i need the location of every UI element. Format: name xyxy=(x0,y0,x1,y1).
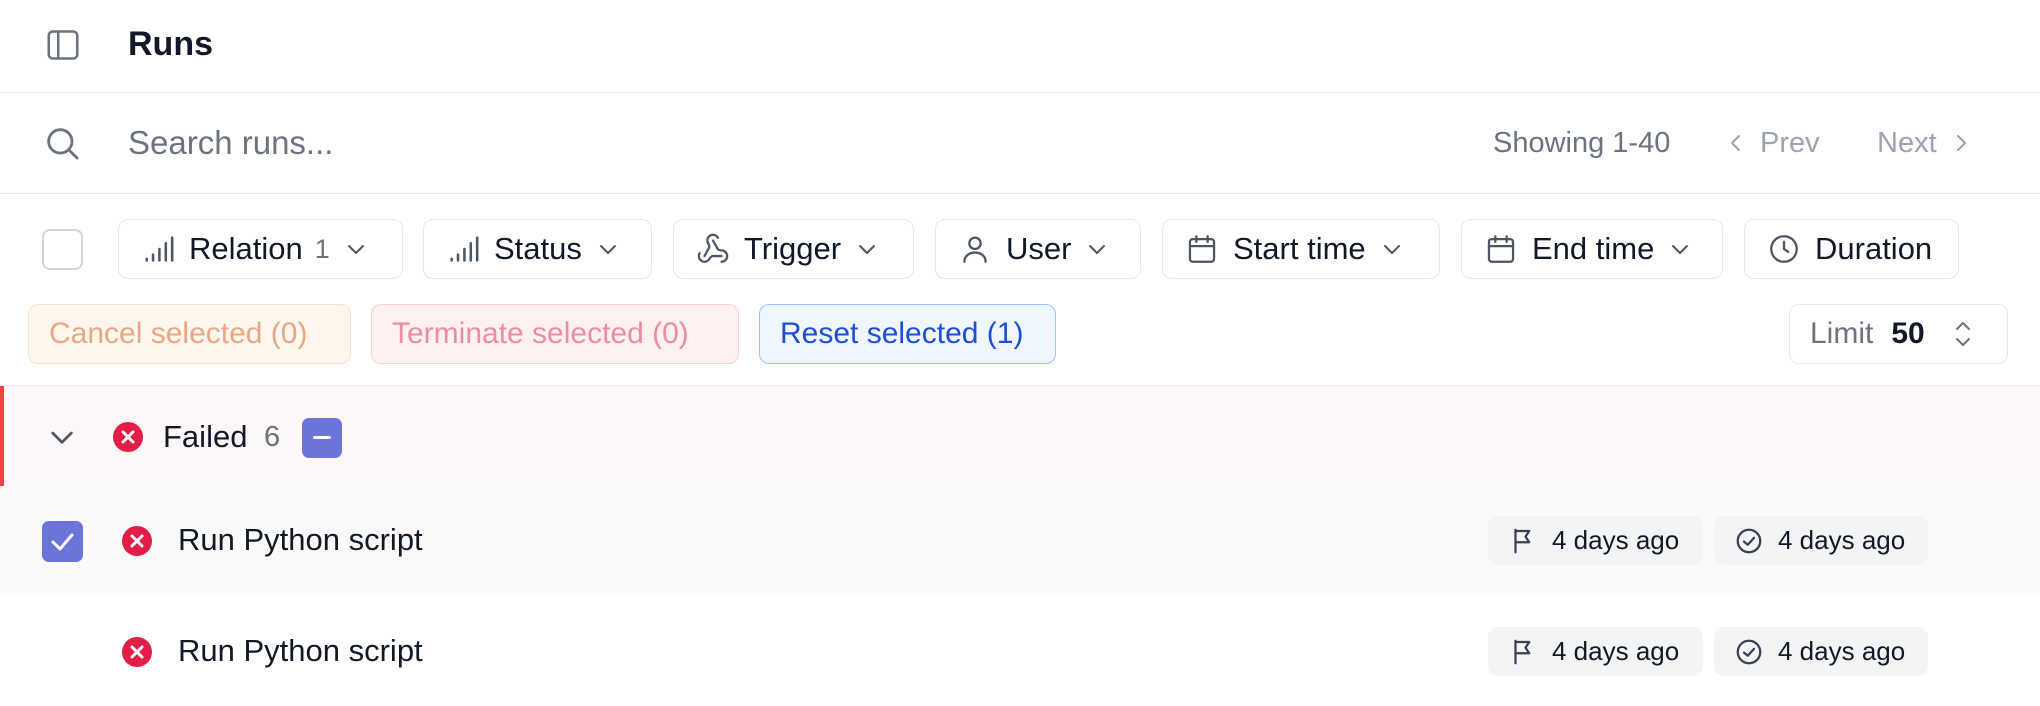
signal-bars-icon xyxy=(145,236,174,262)
chevron-down-icon[interactable] xyxy=(46,421,78,453)
started-chip: 4 days ago xyxy=(1488,627,1703,676)
clock-icon xyxy=(1770,235,1798,263)
chevron-down-icon xyxy=(347,245,364,254)
prev-page-button[interactable]: Prev xyxy=(1724,123,1820,163)
duration-filter[interactable]: Duration xyxy=(1744,219,1959,279)
signal-bars-icon xyxy=(450,236,479,262)
select-all-checkbox[interactable] xyxy=(42,229,83,270)
trigger-filter[interactable]: Trigger xyxy=(673,219,914,279)
started-time: 4 days ago xyxy=(1552,525,1680,555)
calendar-icon xyxy=(1487,235,1515,263)
sidebar-toggle-icon[interactable] xyxy=(44,26,82,64)
search-input[interactable] xyxy=(128,120,1328,166)
limit-label: Limit xyxy=(1810,317,1874,350)
next-page-label: Next xyxy=(1877,126,1937,159)
status-filter[interactable]: Status xyxy=(423,219,652,279)
search-icon xyxy=(42,123,82,163)
failed-status-icon xyxy=(113,422,143,452)
page-header: Runs xyxy=(0,0,2040,93)
chevron-left-icon xyxy=(1731,135,1740,151)
chevron-down-icon xyxy=(1089,245,1106,254)
prev-page-label: Prev xyxy=(1760,126,1820,159)
reset-selected-button[interactable]: Reset selected (1) xyxy=(759,304,1056,364)
relation-filter-count: 1 xyxy=(314,233,330,264)
chevron-down-icon xyxy=(859,245,876,254)
chevron-down-icon xyxy=(1383,245,1400,254)
end-time-filter[interactable]: End time xyxy=(1461,219,1723,279)
flag-icon xyxy=(1514,639,1531,664)
table-row[interactable]: Run Python script 4 days ago 4 days ago xyxy=(0,486,2040,595)
ended-chip: 4 days ago xyxy=(1714,627,1928,676)
page-title: Runs xyxy=(128,25,213,63)
pagination-range: Showing 1-40 xyxy=(1493,127,1671,159)
failed-status-icon xyxy=(122,526,152,556)
group-select-checkbox[interactable] xyxy=(302,418,342,458)
started-time: 4 days ago xyxy=(1552,636,1680,666)
run-name[interactable]: Run Python script xyxy=(178,519,423,561)
group-count: 6 xyxy=(264,421,281,453)
user-filter[interactable]: User xyxy=(935,219,1141,279)
limit-value: 50 xyxy=(1891,317,1925,350)
next-page-button[interactable]: Next xyxy=(1877,123,1973,163)
status-filter-label: Status xyxy=(494,231,582,266)
relation-filter[interactable]: Relation 1 xyxy=(118,219,403,279)
end-time-filter-label: End time xyxy=(1532,231,1655,266)
status-group-failed: Failed 6 xyxy=(0,385,2040,487)
chevron-up-down-icon xyxy=(1955,322,1970,346)
start-time-filter[interactable]: Start time xyxy=(1162,219,1440,279)
terminate-selected-button[interactable]: Terminate selected (0) xyxy=(371,304,739,364)
trigger-filter-label: Trigger xyxy=(744,231,842,266)
start-time-filter-label: Start time xyxy=(1233,231,1366,266)
search-bar: Showing 1-40 Prev Next xyxy=(0,93,2040,194)
user-icon xyxy=(963,236,987,263)
row-checkbox[interactable] xyxy=(42,521,83,562)
check-circle-icon xyxy=(1736,639,1762,664)
webhook-icon xyxy=(697,233,729,263)
run-name[interactable]: Run Python script xyxy=(178,630,423,672)
relation-filter-label: Relation xyxy=(189,231,303,266)
limit-select[interactable]: Limit 50 xyxy=(1789,304,2008,364)
check-circle-icon xyxy=(1736,528,1762,553)
duration-filter-label: Duration xyxy=(1815,231,1933,266)
chevron-right-icon xyxy=(1956,135,1966,151)
started-chip: 4 days ago xyxy=(1488,516,1703,565)
table-row[interactable]: Run Python script 4 days ago 4 days ago xyxy=(0,597,2040,706)
chevron-down-icon xyxy=(1672,245,1689,254)
ended-time: 4 days ago xyxy=(1778,525,1906,555)
flag-icon xyxy=(1514,528,1531,553)
failed-status-icon xyxy=(122,637,152,667)
user-filter-label: User xyxy=(1006,231,1072,266)
ended-chip: 4 days ago xyxy=(1714,516,1928,565)
group-label: Failed xyxy=(163,419,248,454)
ended-time: 4 days ago xyxy=(1778,636,1906,666)
check-icon xyxy=(51,533,74,551)
cancel-selected-button[interactable]: Cancel selected (0) xyxy=(28,304,351,364)
calendar-icon xyxy=(1188,235,1216,263)
chevron-down-icon xyxy=(599,245,616,254)
